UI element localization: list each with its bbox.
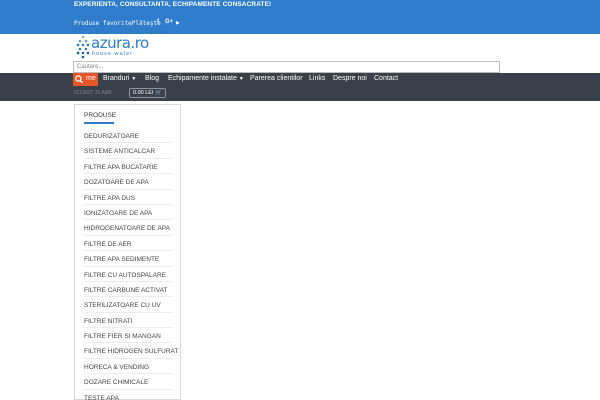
- nav-item-blog[interactable]: Blog: [145, 75, 159, 82]
- nav-item-echipamente[interactable]: Echipamente instalate ▼: [168, 75, 244, 82]
- nav-item-branduri[interactable]: Branduri ▼: [103, 75, 136, 82]
- top-bar: EXPERIENTA, CONSULTANTA, ECHIPAMENTE CON…: [0, 0, 600, 34]
- logo-tagline: house water: [92, 51, 133, 57]
- category-item[interactable]: FILTRE DE AER: [84, 236, 172, 252]
- logo-name: azura.ro: [91, 34, 149, 52]
- cart-icon: 🛒: [155, 90, 162, 96]
- category-item[interactable]: DOZARE CHIMICALE: [84, 374, 172, 390]
- youtube-icon[interactable]: ▶: [176, 20, 179, 26]
- logo[interactable]: azura.ro house water: [76, 34, 149, 61]
- top-links[interactable]: Produse favoritePlăteşte: [74, 20, 161, 27]
- category-item[interactable]: FILTRE CU AUTOSPALARE: [84, 267, 172, 282]
- category-item[interactable]: HORECA & VENDING: [84, 359, 172, 375]
- google-plus-icon[interactable]: G+: [165, 19, 173, 25]
- search-icon[interactable]: [73, 73, 85, 86]
- caret-down-icon: ▼: [238, 76, 244, 82]
- category-item[interactable]: DEDURIZATOARE: [84, 128, 172, 144]
- sidebar: PRODUSE DEDURIZATOARE SISTEME ANTICALCAR F…: [74, 104, 181, 400]
- search-glyph-icon: [75, 75, 83, 84]
- title-underline: [84, 122, 114, 124]
- category-item[interactable]: FILTRE APA SEDIMENTE: [84, 251, 172, 267]
- phone-number: 0213037 31 ABB: [74, 90, 112, 96]
- category-list: DEDURIZATOARE SISTEME ANTICALCAR FILTRE AP…: [84, 128, 178, 400]
- category-item[interactable]: FILTRE NITRATI: [84, 313, 172, 329]
- category-item[interactable]: FILTRE APA BUCATARIE: [84, 159, 172, 175]
- slogan: EXPERIENTA, CONSULTANTA, ECHIPAMENTE CON…: [74, 1, 272, 8]
- category-item[interactable]: FILTRE FIER SI MANGAN: [84, 328, 172, 344]
- nav-label: Branduri: [103, 75, 130, 82]
- logo-drops-icon: [76, 35, 90, 59]
- category-item[interactable]: HIDROGENATOARE DE APA: [84, 220, 172, 236]
- category-item[interactable]: FILTRE CARBUNE ACTIVAT: [84, 282, 172, 298]
- cart-button[interactable]: 0.00 LEI 🛒: [129, 88, 166, 98]
- caret-down-icon: ▼: [131, 76, 137, 82]
- category-item[interactable]: FILTRE HIDROGEN SULFURAT: [84, 343, 178, 359]
- nav-item-links[interactable]: Links: [309, 75, 325, 82]
- cart-total: 0.00 LEI: [133, 90, 154, 96]
- nav-label: Echipamente instalate: [168, 75, 237, 82]
- category-item[interactable]: IONIZATOARE DE APA: [84, 205, 172, 221]
- search-input[interactable]: Cautare...: [73, 61, 500, 73]
- nav-item-home[interactable]: me: [85, 73, 98, 86]
- nav-item-parerea[interactable]: Parerea clientilor: [250, 75, 303, 82]
- nav-item-despre[interactable]: Despre noi: [333, 75, 367, 82]
- facebook-icon[interactable]: f: [157, 19, 159, 25]
- category-item[interactable]: SISTEME ANTICALCAR: [84, 143, 172, 159]
- category-item[interactable]: FILTRE APA DUS: [84, 190, 172, 205]
- category-item[interactable]: STERILIZATOARE CU UV: [84, 297, 172, 313]
- category-item[interactable]: DOZATOARE DE APA: [84, 174, 172, 190]
- nav-item-contact[interactable]: Contact: [374, 75, 398, 82]
- sidebar-title: PRODUSE: [84, 112, 117, 119]
- category-item[interactable]: TESTE APA: [84, 390, 172, 400]
